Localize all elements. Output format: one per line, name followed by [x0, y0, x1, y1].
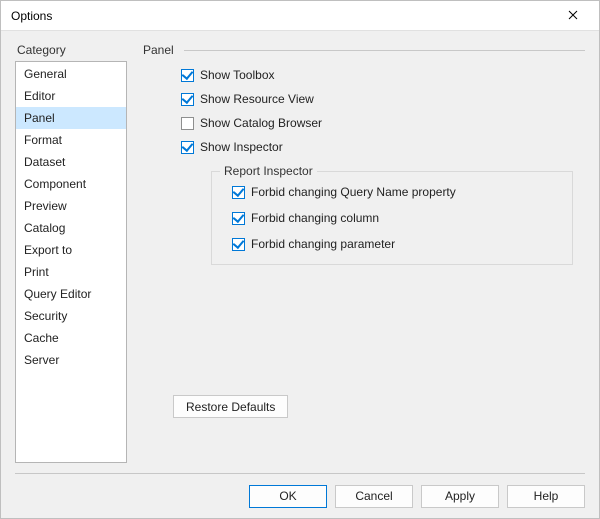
settings-panel: Panel Show Toolbox Show Resource View Sh…: [127, 43, 585, 463]
check-show-resource-view: Show Resource View: [181, 91, 585, 107]
section-title: Panel: [143, 43, 184, 57]
check-show-toolbox: Show Toolbox: [181, 67, 585, 83]
dialog-body: Category GeneralEditorPanelFormatDataset…: [1, 31, 599, 463]
category-item[interactable]: General: [16, 63, 126, 85]
groupbox-legend: Report Inspector: [220, 164, 317, 178]
category-panel: Category GeneralEditorPanelFormatDataset…: [15, 43, 127, 463]
checkbox-label: Forbid changing Query Name property: [251, 185, 456, 199]
checkbox[interactable]: [181, 117, 194, 130]
panel-checks: Show Toolbox Show Resource View Show Cat…: [143, 67, 585, 265]
titlebar: Options: [1, 1, 599, 31]
check-show-inspector: Show Inspector: [181, 139, 585, 155]
checkbox[interactable]: [232, 186, 245, 199]
report-inspector-group: Report Inspector Forbid changing Query N…: [211, 171, 573, 265]
checkbox-label: Show Catalog Browser: [200, 116, 322, 130]
restore-wrap: Restore Defaults: [143, 395, 585, 418]
category-item[interactable]: Dataset: [16, 151, 126, 173]
checkbox-label: Show Resource View: [200, 92, 314, 106]
window-title: Options: [11, 9, 553, 23]
check-forbid-column: Forbid changing column: [232, 210, 560, 226]
category-item[interactable]: Panel: [16, 107, 126, 129]
checkbox[interactable]: [232, 212, 245, 225]
checkbox-label: Show Toolbox: [200, 68, 275, 82]
category-item[interactable]: Preview: [16, 195, 126, 217]
category-label: Category: [17, 43, 127, 57]
category-item[interactable]: Editor: [16, 85, 126, 107]
category-item[interactable]: Server: [16, 349, 126, 371]
section-divider: [184, 50, 585, 51]
groupbox-inner: Forbid changing Query Name property Forb…: [232, 184, 560, 252]
close-icon: [568, 9, 578, 23]
dialog-footer: OK Cancel Apply Help: [1, 474, 599, 518]
checkbox[interactable]: [181, 69, 194, 82]
category-item[interactable]: Component: [16, 173, 126, 195]
ok-button[interactable]: OK: [249, 485, 327, 508]
checkbox-label: Forbid changing column: [251, 211, 379, 225]
category-item[interactable]: Cache: [16, 327, 126, 349]
apply-button[interactable]: Apply: [421, 485, 499, 508]
category-item[interactable]: Export to: [16, 239, 126, 261]
checkbox[interactable]: [232, 238, 245, 251]
checkbox-label: Forbid changing parameter: [251, 237, 395, 251]
check-show-catalog-browser: Show Catalog Browser: [181, 115, 585, 131]
restore-defaults-button[interactable]: Restore Defaults: [173, 395, 288, 418]
check-forbid-query-name: Forbid changing Query Name property: [232, 184, 560, 200]
category-item[interactable]: Catalog: [16, 217, 126, 239]
cancel-button[interactable]: Cancel: [335, 485, 413, 508]
section-header: Panel: [143, 43, 585, 57]
help-button[interactable]: Help: [507, 485, 585, 508]
checkbox[interactable]: [181, 93, 194, 106]
check-forbid-parameter: Forbid changing parameter: [232, 236, 560, 252]
category-item[interactable]: Query Editor: [16, 283, 126, 305]
category-list[interactable]: GeneralEditorPanelFormatDatasetComponent…: [15, 61, 127, 463]
options-dialog: Options Category GeneralEditorPanelForma…: [0, 0, 600, 519]
category-item[interactable]: Print: [16, 261, 126, 283]
close-button[interactable]: [553, 2, 593, 30]
category-item[interactable]: Security: [16, 305, 126, 327]
category-item[interactable]: Format: [16, 129, 126, 151]
checkbox-label: Show Inspector: [200, 140, 283, 154]
checkbox[interactable]: [181, 141, 194, 154]
